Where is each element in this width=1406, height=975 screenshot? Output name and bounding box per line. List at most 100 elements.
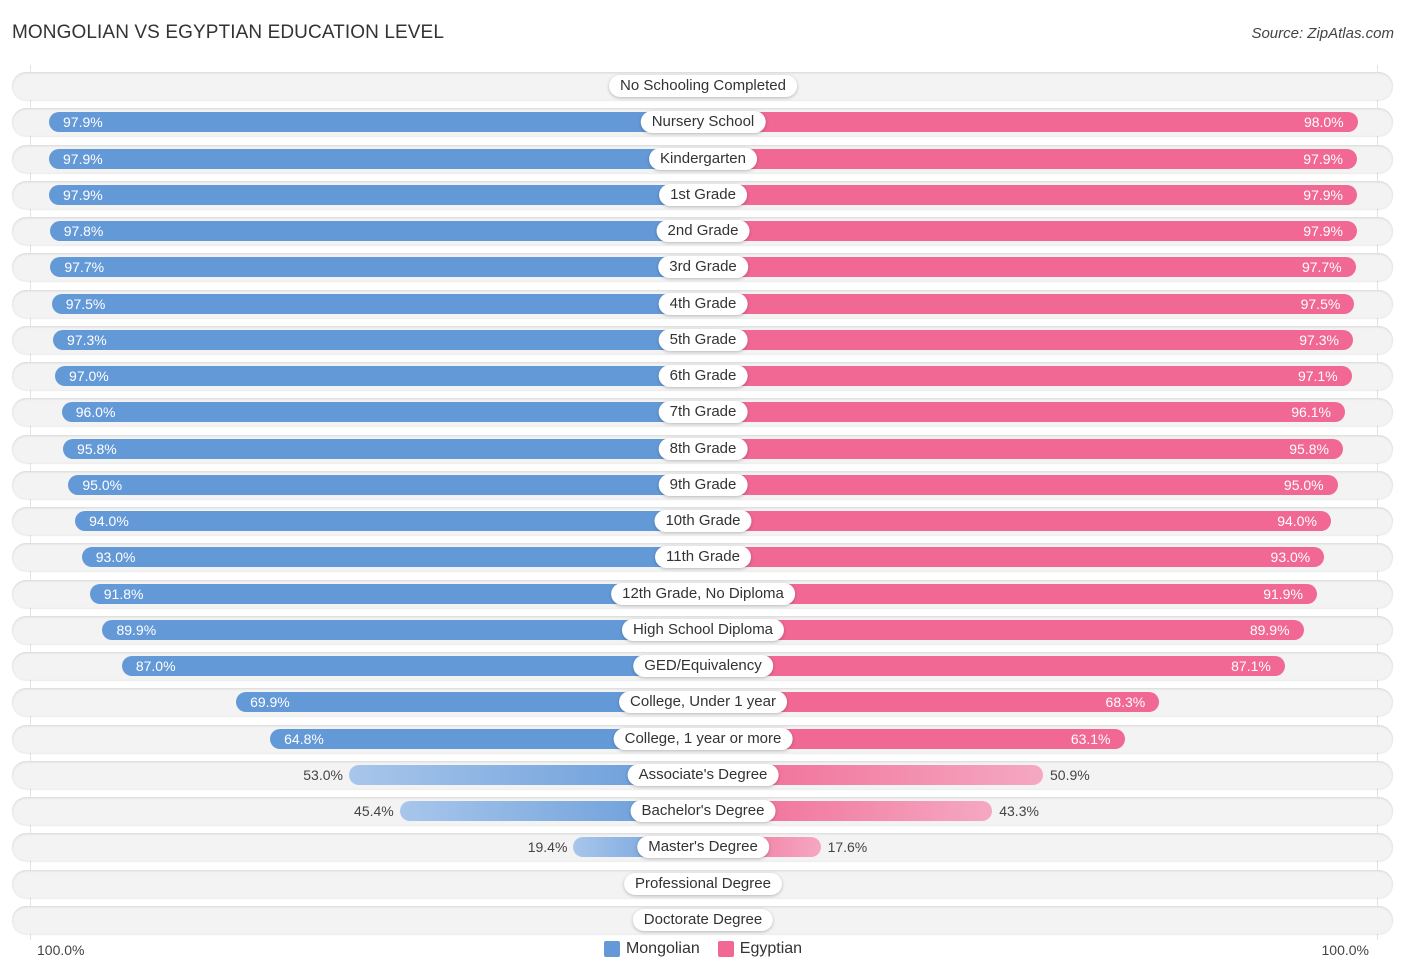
value-label-mongolian: 95.8% (77, 440, 117, 457)
value-label-egyptian: 97.9% (1303, 223, 1343, 239)
category-label: 7th Grade (658, 401, 748, 424)
value-label-mongolian: 96.0% (75, 404, 116, 421)
bar-mongolian (49, 184, 703, 205)
value-label-mongolian: 69.9% (250, 694, 290, 711)
bar-egyptian (703, 257, 1356, 278)
value-label-egyptian: 97.1% (1297, 368, 1338, 384)
value-label-mongolian: 97.7% (64, 259, 105, 276)
value-label-egyptian: 96.1% (1291, 404, 1331, 421)
value-label-egyptian: 43.3% (999, 803, 1039, 819)
value-label-mongolian: 97.9% (63, 186, 103, 203)
category-label: 8th Grade (658, 437, 748, 460)
value-label-mongolian: 91.8% (103, 585, 144, 602)
bar-egyptian (703, 547, 1325, 568)
value-label-mongolian: 89.9% (116, 621, 157, 638)
value-label-mongolian: 53.0% (303, 766, 343, 783)
category-label: 2nd Grade (656, 220, 750, 242)
category-label: 12th Grade, No Diploma (611, 582, 795, 605)
legend-swatch-egyptian (717, 941, 734, 957)
category-label: Doctorate Degree (632, 908, 774, 931)
bar-mongolian (102, 619, 703, 640)
bar-egyptian (703, 619, 1304, 640)
category-label: Associate's Degree (627, 763, 779, 786)
bar-egyptian (703, 438, 1343, 459)
bar-mongolian (49, 221, 703, 241)
category-label: 9th Grade (658, 473, 748, 496)
value-label-egyptian: 97.7% (1301, 259, 1342, 276)
category-label: Nursery School (640, 111, 766, 134)
value-label-mongolian: 97.3% (67, 331, 107, 348)
value-label-egyptian: 89.9% (1249, 621, 1290, 638)
bar-egyptian (703, 402, 1345, 423)
value-label-mongolian: 87.0% (135, 658, 176, 674)
bar-egyptian (703, 329, 1353, 350)
bar-egyptian (703, 474, 1338, 495)
category-label: High School Diploma (621, 618, 785, 641)
category-label: Kindergarten (649, 147, 757, 170)
bar-egyptian (703, 221, 1357, 241)
value-label-mongolian: 97.9% (63, 150, 103, 167)
category-label: 1st Grade (659, 183, 747, 206)
chart-area: 2.1%2.1%No Schooling Completed97.9%98.0%… (0, 0, 1406, 975)
value-label-egyptian: 50.9% (1050, 766, 1090, 783)
value-label-mongolian: 97.5% (65, 295, 106, 312)
value-label-egyptian: 97.9% (1303, 186, 1343, 203)
category-label: 4th Grade (658, 292, 748, 315)
value-label-mongolian: 45.4% (354, 803, 394, 819)
legend-swatch-mongolian (603, 941, 620, 957)
value-label-mongolian: 97.0% (69, 368, 109, 384)
value-label-egyptian: 95.8% (1289, 440, 1329, 457)
bar-mongolian (68, 474, 703, 495)
value-label-egyptian: 98.0% (1303, 114, 1344, 131)
bar-mongolian (51, 293, 703, 314)
value-label-mongolian: 93.0% (95, 549, 136, 566)
bar-mongolian (63, 438, 703, 459)
category-label: 6th Grade (658, 365, 748, 387)
value-label-egyptian: 63.1% (1070, 730, 1111, 747)
value-label-mongolian: 95.0% (82, 476, 123, 493)
bar-egyptian (703, 583, 1317, 604)
bar-mongolian (50, 257, 703, 278)
legend-item-mongolian[interactable]: Mongolian (603, 940, 700, 958)
bar-mongolian (55, 366, 703, 386)
category-label: No Schooling Completed (609, 75, 797, 97)
bar-mongolian (75, 511, 703, 531)
value-label-egyptian: 87.1% (1231, 658, 1271, 674)
value-label-mongolian: 94.0% (89, 513, 129, 529)
bar-mongolian (49, 148, 703, 169)
value-label-mongolian: 19.4% (527, 839, 568, 856)
category-label: Bachelor's Degree (630, 800, 776, 822)
category-label: Professional Degree (624, 872, 782, 895)
category-label: College, Under 1 year (619, 691, 787, 714)
bar-egyptian (703, 184, 1357, 205)
category-label: 3rd Grade (658, 256, 748, 279)
value-label-mongolian: 64.8% (284, 730, 324, 747)
value-label-mongolian: 97.8% (63, 223, 104, 239)
category-label: GED/Equivalency (633, 655, 773, 677)
bar-egyptian (703, 112, 1358, 133)
bar-egyptian (703, 293, 1355, 314)
bar-mongolian (53, 329, 703, 350)
category-label: 5th Grade (658, 328, 748, 351)
value-label-egyptian: 91.9% (1263, 585, 1303, 602)
legend-label-mongolian: Mongolian (625, 940, 700, 957)
bar-mongolian (49, 112, 703, 133)
value-label-egyptian: 94.0% (1277, 513, 1317, 529)
value-label-egyptian: 68.3% (1105, 694, 1146, 711)
bar-egyptian (703, 656, 1285, 676)
bar-mongolian (121, 656, 703, 676)
value-label-egyptian: 97.5% (1300, 295, 1341, 312)
category-label: 11th Grade (655, 546, 751, 569)
value-label-mongolian: 97.9% (63, 114, 103, 131)
bar-egyptian (703, 148, 1357, 169)
bar-mongolian (61, 402, 703, 423)
value-label-egyptian: 93.0% (1270, 549, 1311, 566)
value-label-egyptian: 17.6% (827, 839, 868, 856)
value-label-egyptian: 97.3% (1299, 331, 1339, 348)
legend: Mongolian Egyptian (0, 940, 1406, 958)
value-label-egyptian: 95.0% (1283, 476, 1324, 493)
bar-egyptian (703, 366, 1352, 386)
bar-mongolian (81, 547, 703, 568)
category-label: Master's Degree (637, 836, 769, 859)
legend-item-egyptian[interactable]: Egyptian (717, 940, 802, 958)
